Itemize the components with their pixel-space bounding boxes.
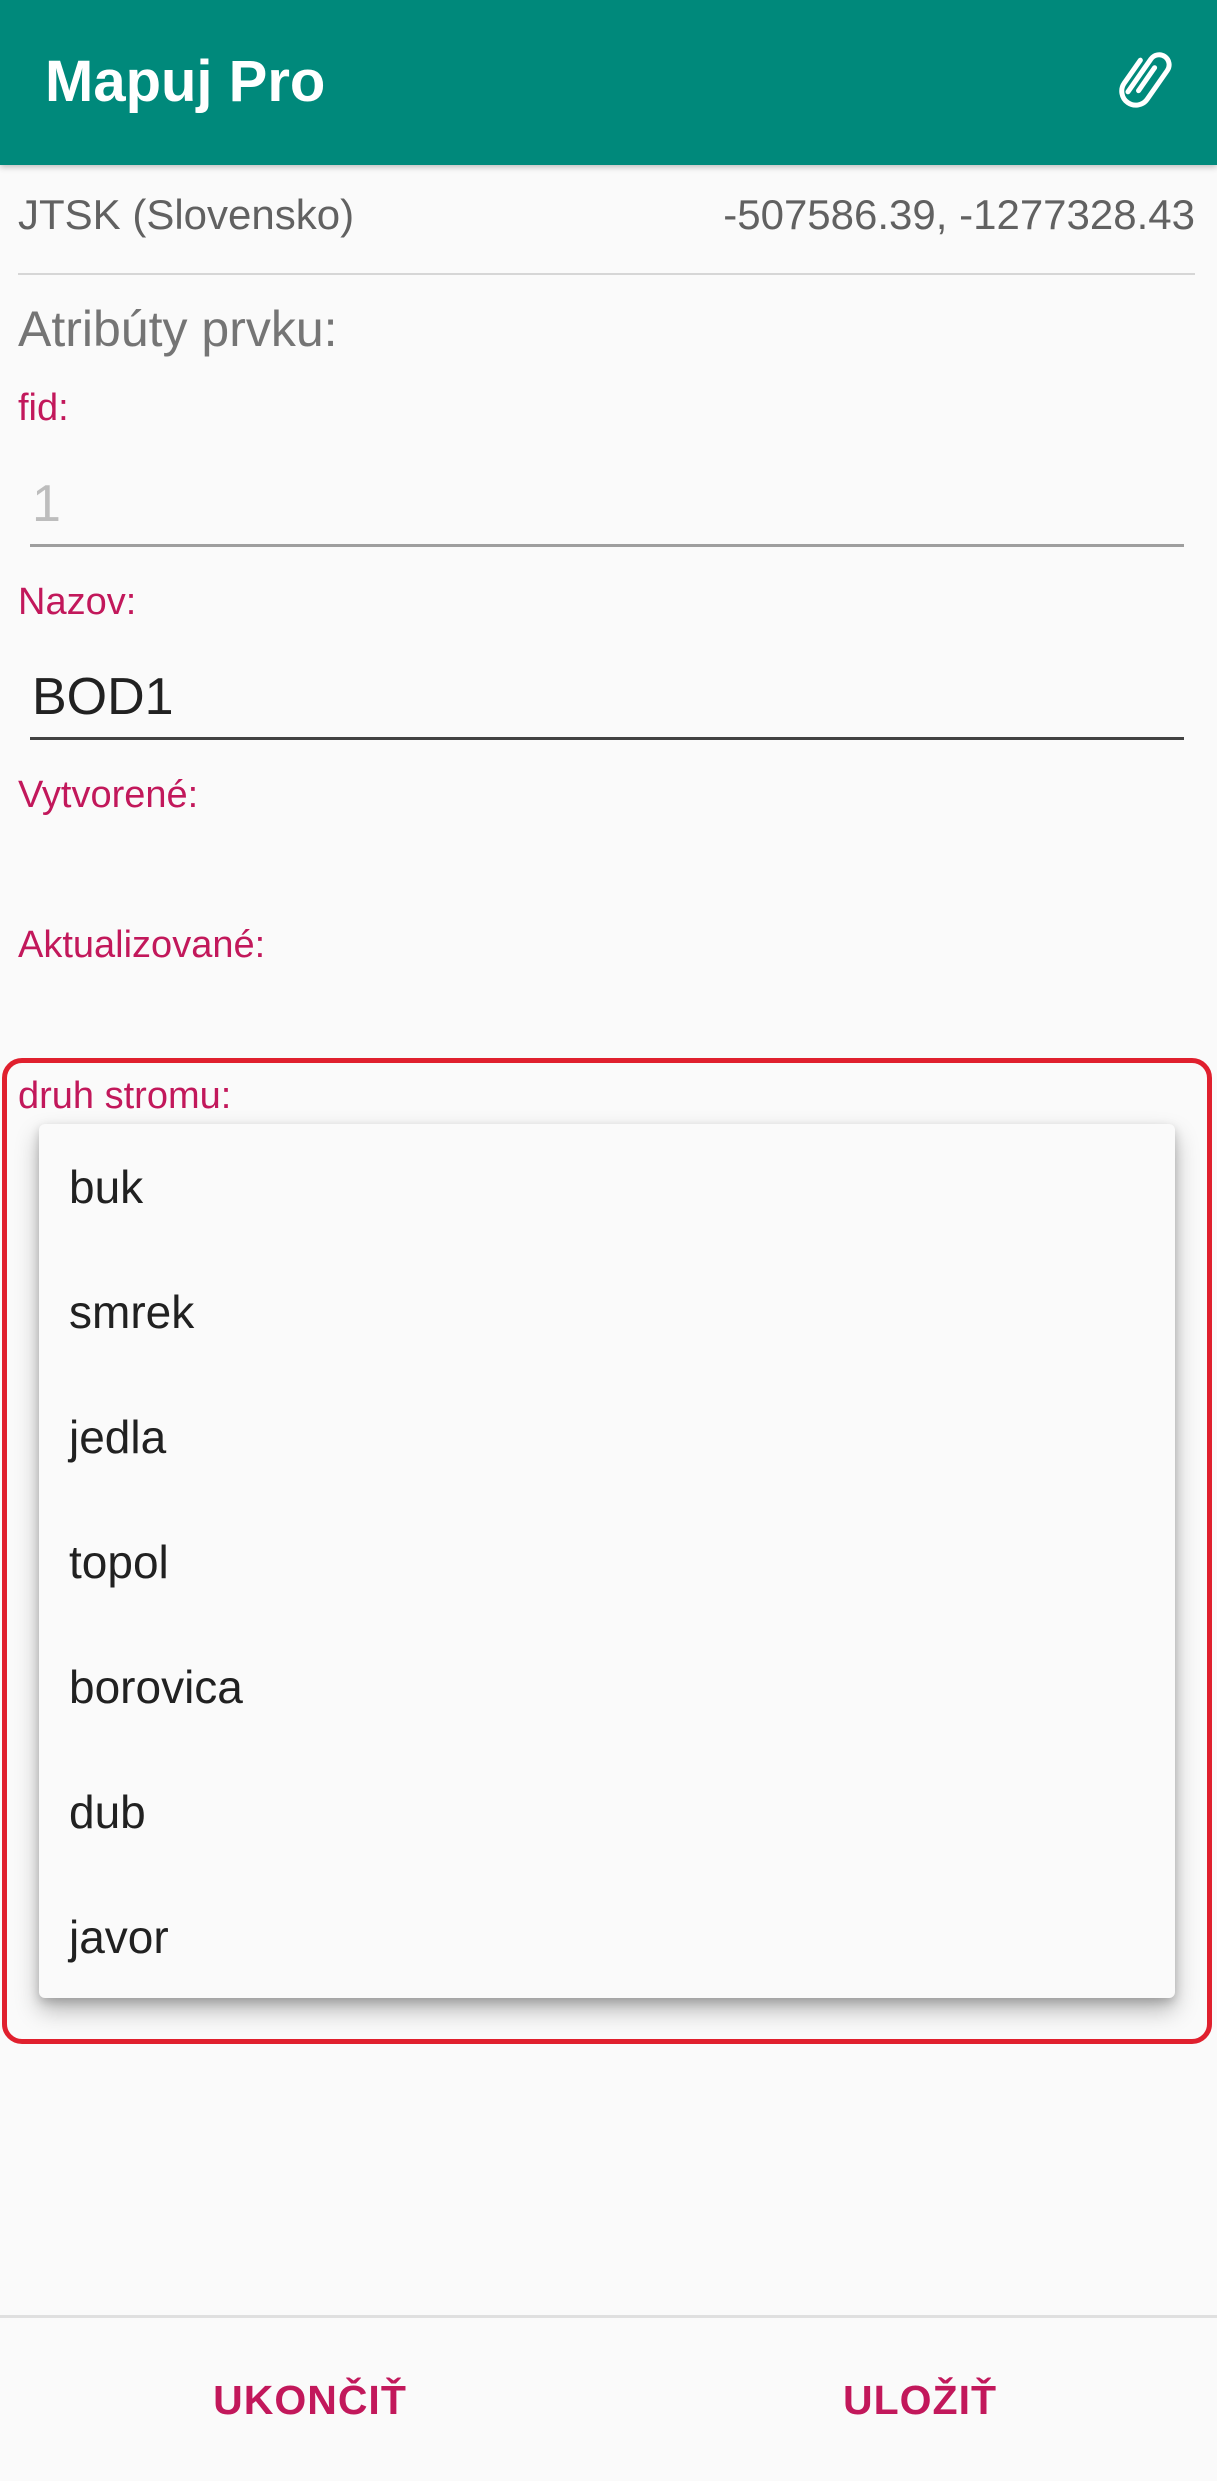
dropdown-option-smrek[interactable]: smrek [39,1249,1175,1374]
coordinate-readout: -507586.39, -1277328.43 [723,191,1195,238]
section-title: Atribúty prvku: [18,301,338,357]
nazov-field[interactable] [30,657,1184,737]
feature-attributes-screen: Mapuj Pro JTSK (Slovensko) -507586.39, -… [0,0,1217,2481]
divider [18,273,1195,275]
save-button[interactable]: ULOŽIŤ [720,2355,1120,2445]
attach-button[interactable] [1110,42,1182,122]
fid-underline [30,544,1184,547]
dropdown-option-borovica[interactable]: borovica [39,1624,1175,1749]
app-title: Mapuj Pro [45,49,326,114]
dropdown-option-dub[interactable]: dub [39,1749,1175,1874]
bottom-divider [0,2315,1217,2318]
app-bar: Mapuj Pro [0,0,1217,165]
paperclip-icon [1116,45,1176,120]
aktualizovane-label: Aktualizované: [18,924,266,966]
crs-label: JTSK (Slovensko) [18,191,355,238]
vytvorene-label: Vytvorené: [18,774,199,816]
nazov-underline [30,737,1184,740]
dropdown-option-javor[interactable]: javor [39,1874,1175,1999]
coordinate-row: JTSK (Slovensko) -507586.39, -1277328.43 [18,185,1195,245]
druh-stromu-label: druh stromu: [18,1075,232,1117]
tree-species-dropdown: buk smrek jedla topol borovica dub javor [39,1124,1175,1998]
nazov-label: Nazov: [18,581,137,623]
cancel-button[interactable]: UKONČIŤ [110,2355,510,2445]
dropdown-option-buk[interactable]: buk [39,1124,1175,1249]
dropdown-option-jedla[interactable]: jedla [39,1374,1175,1499]
dropdown-option-topol[interactable]: topol [39,1499,1175,1624]
fid-label: fid: [18,387,69,429]
fid-field[interactable] [30,464,1184,544]
